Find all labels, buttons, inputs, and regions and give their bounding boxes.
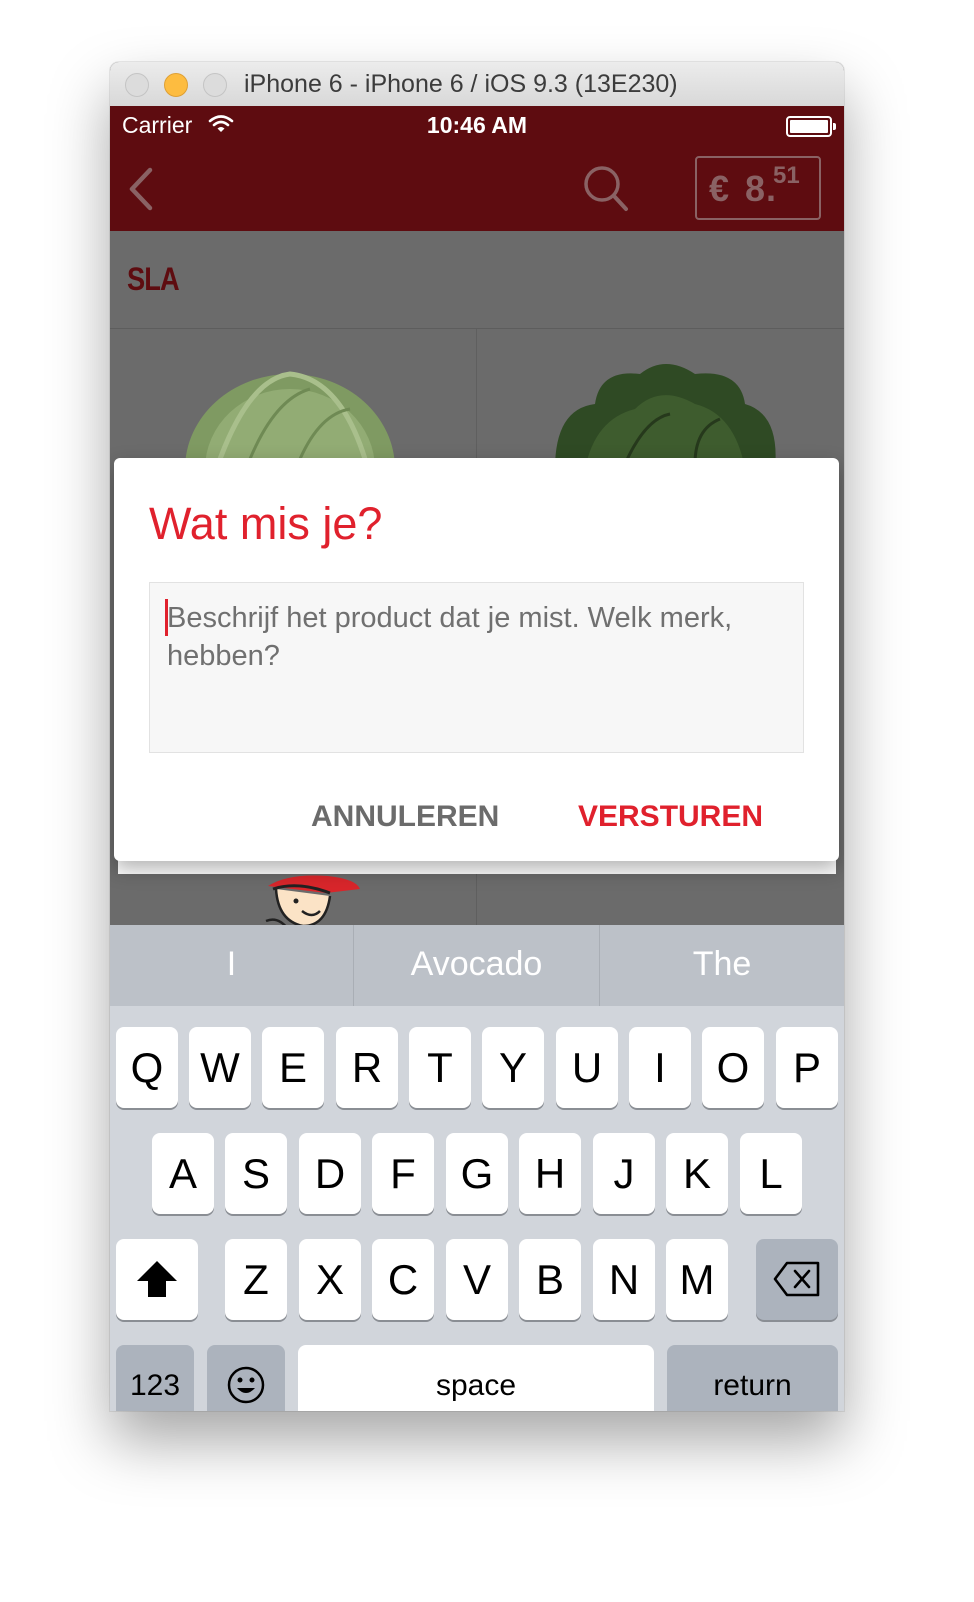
return-key[interactable]: return	[667, 1345, 838, 1411]
missing-product-dialog: Wat mis je? Beschrijf het product dat je…	[114, 458, 839, 861]
keyboard: I Avocado The Q W E R T Y U I O P A S D …	[110, 925, 844, 1411]
send-button[interactable]: VERSTUREN	[578, 800, 763, 834]
key-o[interactable]: O	[702, 1027, 764, 1108]
key-w[interactable]: W	[189, 1027, 251, 1108]
dialog-title: Wat mis je?	[149, 498, 383, 549]
window-titlebar: iPhone 6 - iPhone 6 / iOS 9.3 (13E230)	[110, 62, 844, 107]
predictive-bar: I Avocado The	[110, 925, 844, 1006]
key-x[interactable]: X	[299, 1239, 361, 1320]
backspace-icon	[773, 1261, 820, 1297]
cart-total-button[interactable]: € 8 . 51	[695, 156, 821, 220]
key-g[interactable]: G	[446, 1133, 508, 1214]
input-placeholder: Beschrijf het product dat je mist. Welk …	[167, 602, 733, 672]
category-header: SLA	[110, 231, 844, 329]
close-window-button[interactable]	[125, 73, 149, 97]
phone-screen: Carrier 10:46 AM € 8 . 51 SLA Wat mis je…	[110, 106, 844, 1411]
emoji-key[interactable]	[207, 1345, 285, 1411]
product-image-butterhead-lettuce[interactable]	[545, 359, 785, 474]
cancel-button[interactable]: ANNULEREN	[311, 800, 499, 834]
key-j[interactable]: J	[593, 1133, 655, 1214]
status-bar: Carrier 10:46 AM	[110, 106, 844, 148]
key-p[interactable]: P	[776, 1027, 838, 1108]
text-caret	[165, 599, 168, 636]
key-v[interactable]: V	[446, 1239, 508, 1320]
minimize-window-button[interactable]	[164, 73, 188, 97]
suggestion-1[interactable]: I	[110, 925, 353, 1006]
key-d[interactable]: D	[299, 1133, 361, 1214]
key-u[interactable]: U	[556, 1027, 618, 1108]
emoji-icon	[227, 1366, 265, 1404]
price-cents: 51	[773, 162, 800, 189]
suggestion-2[interactable]: Avocado	[354, 925, 599, 1006]
battery-icon	[786, 116, 836, 137]
key-z[interactable]: Z	[225, 1239, 287, 1320]
key-a[interactable]: A	[152, 1133, 214, 1214]
category-title: SLA	[127, 261, 180, 297]
numbers-key[interactable]: 123	[116, 1345, 194, 1411]
key-h[interactable]: H	[519, 1133, 581, 1214]
nav-bar: € 8 . 51	[110, 148, 844, 231]
key-m[interactable]: M	[666, 1239, 728, 1320]
key-r[interactable]: R	[336, 1027, 398, 1108]
suggestion-3[interactable]: The	[600, 925, 844, 1006]
price-currency: €	[709, 168, 730, 209]
key-e[interactable]: E	[262, 1027, 324, 1108]
simulator-window: iPhone 6 - iPhone 6 / iOS 9.3 (13E230) C…	[110, 62, 844, 1411]
window-title: iPhone 6 - iPhone 6 / iOS 9.3 (13E230)	[244, 70, 678, 98]
search-icon[interactable]	[582, 164, 630, 219]
key-s[interactable]: S	[225, 1133, 287, 1214]
key-c[interactable]: C	[372, 1239, 434, 1320]
shift-arrow-icon	[137, 1261, 177, 1297]
key-i[interactable]: I	[629, 1027, 691, 1108]
key-n[interactable]: N	[593, 1239, 655, 1320]
price-whole: 8	[745, 168, 766, 209]
zoom-window-button[interactable]	[203, 73, 227, 97]
shift-key[interactable]	[116, 1239, 198, 1320]
key-t[interactable]: T	[409, 1027, 471, 1108]
key-l[interactable]: L	[740, 1133, 802, 1214]
product-image-iceberg-lettuce[interactable]	[180, 359, 400, 564]
key-f[interactable]: F	[372, 1133, 434, 1214]
key-b[interactable]: B	[519, 1239, 581, 1320]
space-key[interactable]: space	[298, 1345, 654, 1411]
back-chevron-icon[interactable]	[124, 166, 156, 217]
product-description-input[interactable]: Beschrijf het product dat je mist. Welk …	[149, 582, 804, 753]
key-k[interactable]: K	[666, 1133, 728, 1214]
delete-key[interactable]	[756, 1239, 838, 1320]
key-y[interactable]: Y	[482, 1027, 544, 1108]
key-q[interactable]: Q	[116, 1027, 178, 1108]
clock: 10:46 AM	[426, 112, 528, 138]
